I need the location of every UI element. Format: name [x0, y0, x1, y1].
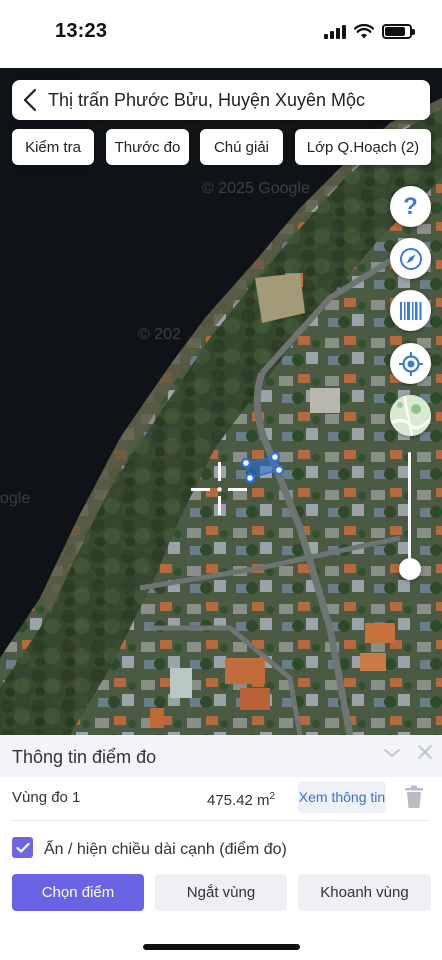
planning-layer-button[interactable]: Lớp Q.Hoạch (2): [295, 129, 431, 165]
status-time: 13:23: [55, 20, 108, 42]
chevron-left-icon: [23, 88, 37, 112]
area-name: Vùng đo 1: [12, 789, 81, 806]
trash-icon[interactable]: [403, 785, 425, 809]
status-icons: [324, 24, 415, 39]
close-area-button[interactable]: Khoanh vùng: [298, 874, 431, 911]
map-imagery: [0, 68, 442, 735]
location-search-bar[interactable]: Thị trấn Phước Bửu, Huyện Xuyên Mộc: [12, 80, 430, 120]
area-value: 475.42 m2: [207, 791, 276, 809]
help-button[interactable]: ?: [390, 186, 431, 227]
map-watermark: © 2025 Google: [202, 180, 310, 197]
locate-icon: [398, 351, 423, 376]
break-area-button[interactable]: Ngắt vùng: [155, 874, 287, 911]
measure-button[interactable]: Thước đo: [106, 129, 189, 165]
barcode-icon: [399, 301, 421, 320]
checkmark-icon: [15, 842, 30, 853]
barcode-button[interactable]: [390, 290, 431, 331]
panel-header: Thông tin điểm đo: [0, 735, 442, 777]
map-watermark: © 202: [138, 326, 181, 343]
help-icon: ?: [403, 192, 418, 220]
measure-info-panel: Thông tin điểm đo Vùng đo 1 475.42 m2 Xe…: [0, 735, 442, 960]
status-bar: 13:23: [0, 0, 442, 68]
view-info-button[interactable]: Xem thông tin: [298, 781, 386, 813]
wifi-icon: [354, 24, 374, 39]
legend-button[interactable]: Chú giải: [200, 129, 283, 165]
check-button[interactable]: Kiểm tra: [12, 129, 94, 165]
locate-button[interactable]: [390, 343, 431, 384]
map-layer-button[interactable]: [390, 395, 431, 436]
back-button[interactable]: [12, 80, 48, 120]
zoom-slider-thumb[interactable]: [399, 558, 421, 580]
measure-point[interactable]: [240, 457, 252, 469]
chevron-down-icon[interactable]: [382, 743, 402, 763]
satellite-map[interactable]: © 2025 Google © 202 ogle ?: [0, 68, 442, 735]
battery-level: [385, 27, 406, 36]
map-layer-icon: [390, 395, 431, 436]
panel-title: Thông tin điểm đo: [12, 747, 157, 767]
home-indicator: [143, 944, 300, 950]
map-toolbar: Kiểm tra Thước đo Chú giải Lớp Q.Hoạch (…: [12, 129, 432, 165]
location-title: Thị trấn Phước Bửu, Huyện Xuyên Mộc: [48, 89, 366, 110]
battery-icon: [382, 24, 415, 39]
measure-point[interactable]: [244, 472, 256, 484]
divider: [12, 820, 430, 821]
compass-icon: [399, 247, 422, 270]
measure-point[interactable]: [269, 452, 281, 463]
select-point-button[interactable]: Chọn điểm: [12, 874, 144, 911]
edge-length-label: Ẩn / hiện chiều dài cạnh (điểm đo): [44, 841, 287, 858]
cellular-signal-icon: [324, 24, 346, 39]
zoom-slider-track[interactable]: [408, 452, 411, 568]
compass-button[interactable]: [390, 238, 431, 279]
measure-point[interactable]: [273, 464, 285, 476]
close-icon[interactable]: [416, 743, 434, 761]
edge-length-checkbox[interactable]: [12, 837, 33, 858]
map-watermark: ogle: [0, 490, 31, 507]
measure-polygon[interactable]: [238, 452, 286, 484]
